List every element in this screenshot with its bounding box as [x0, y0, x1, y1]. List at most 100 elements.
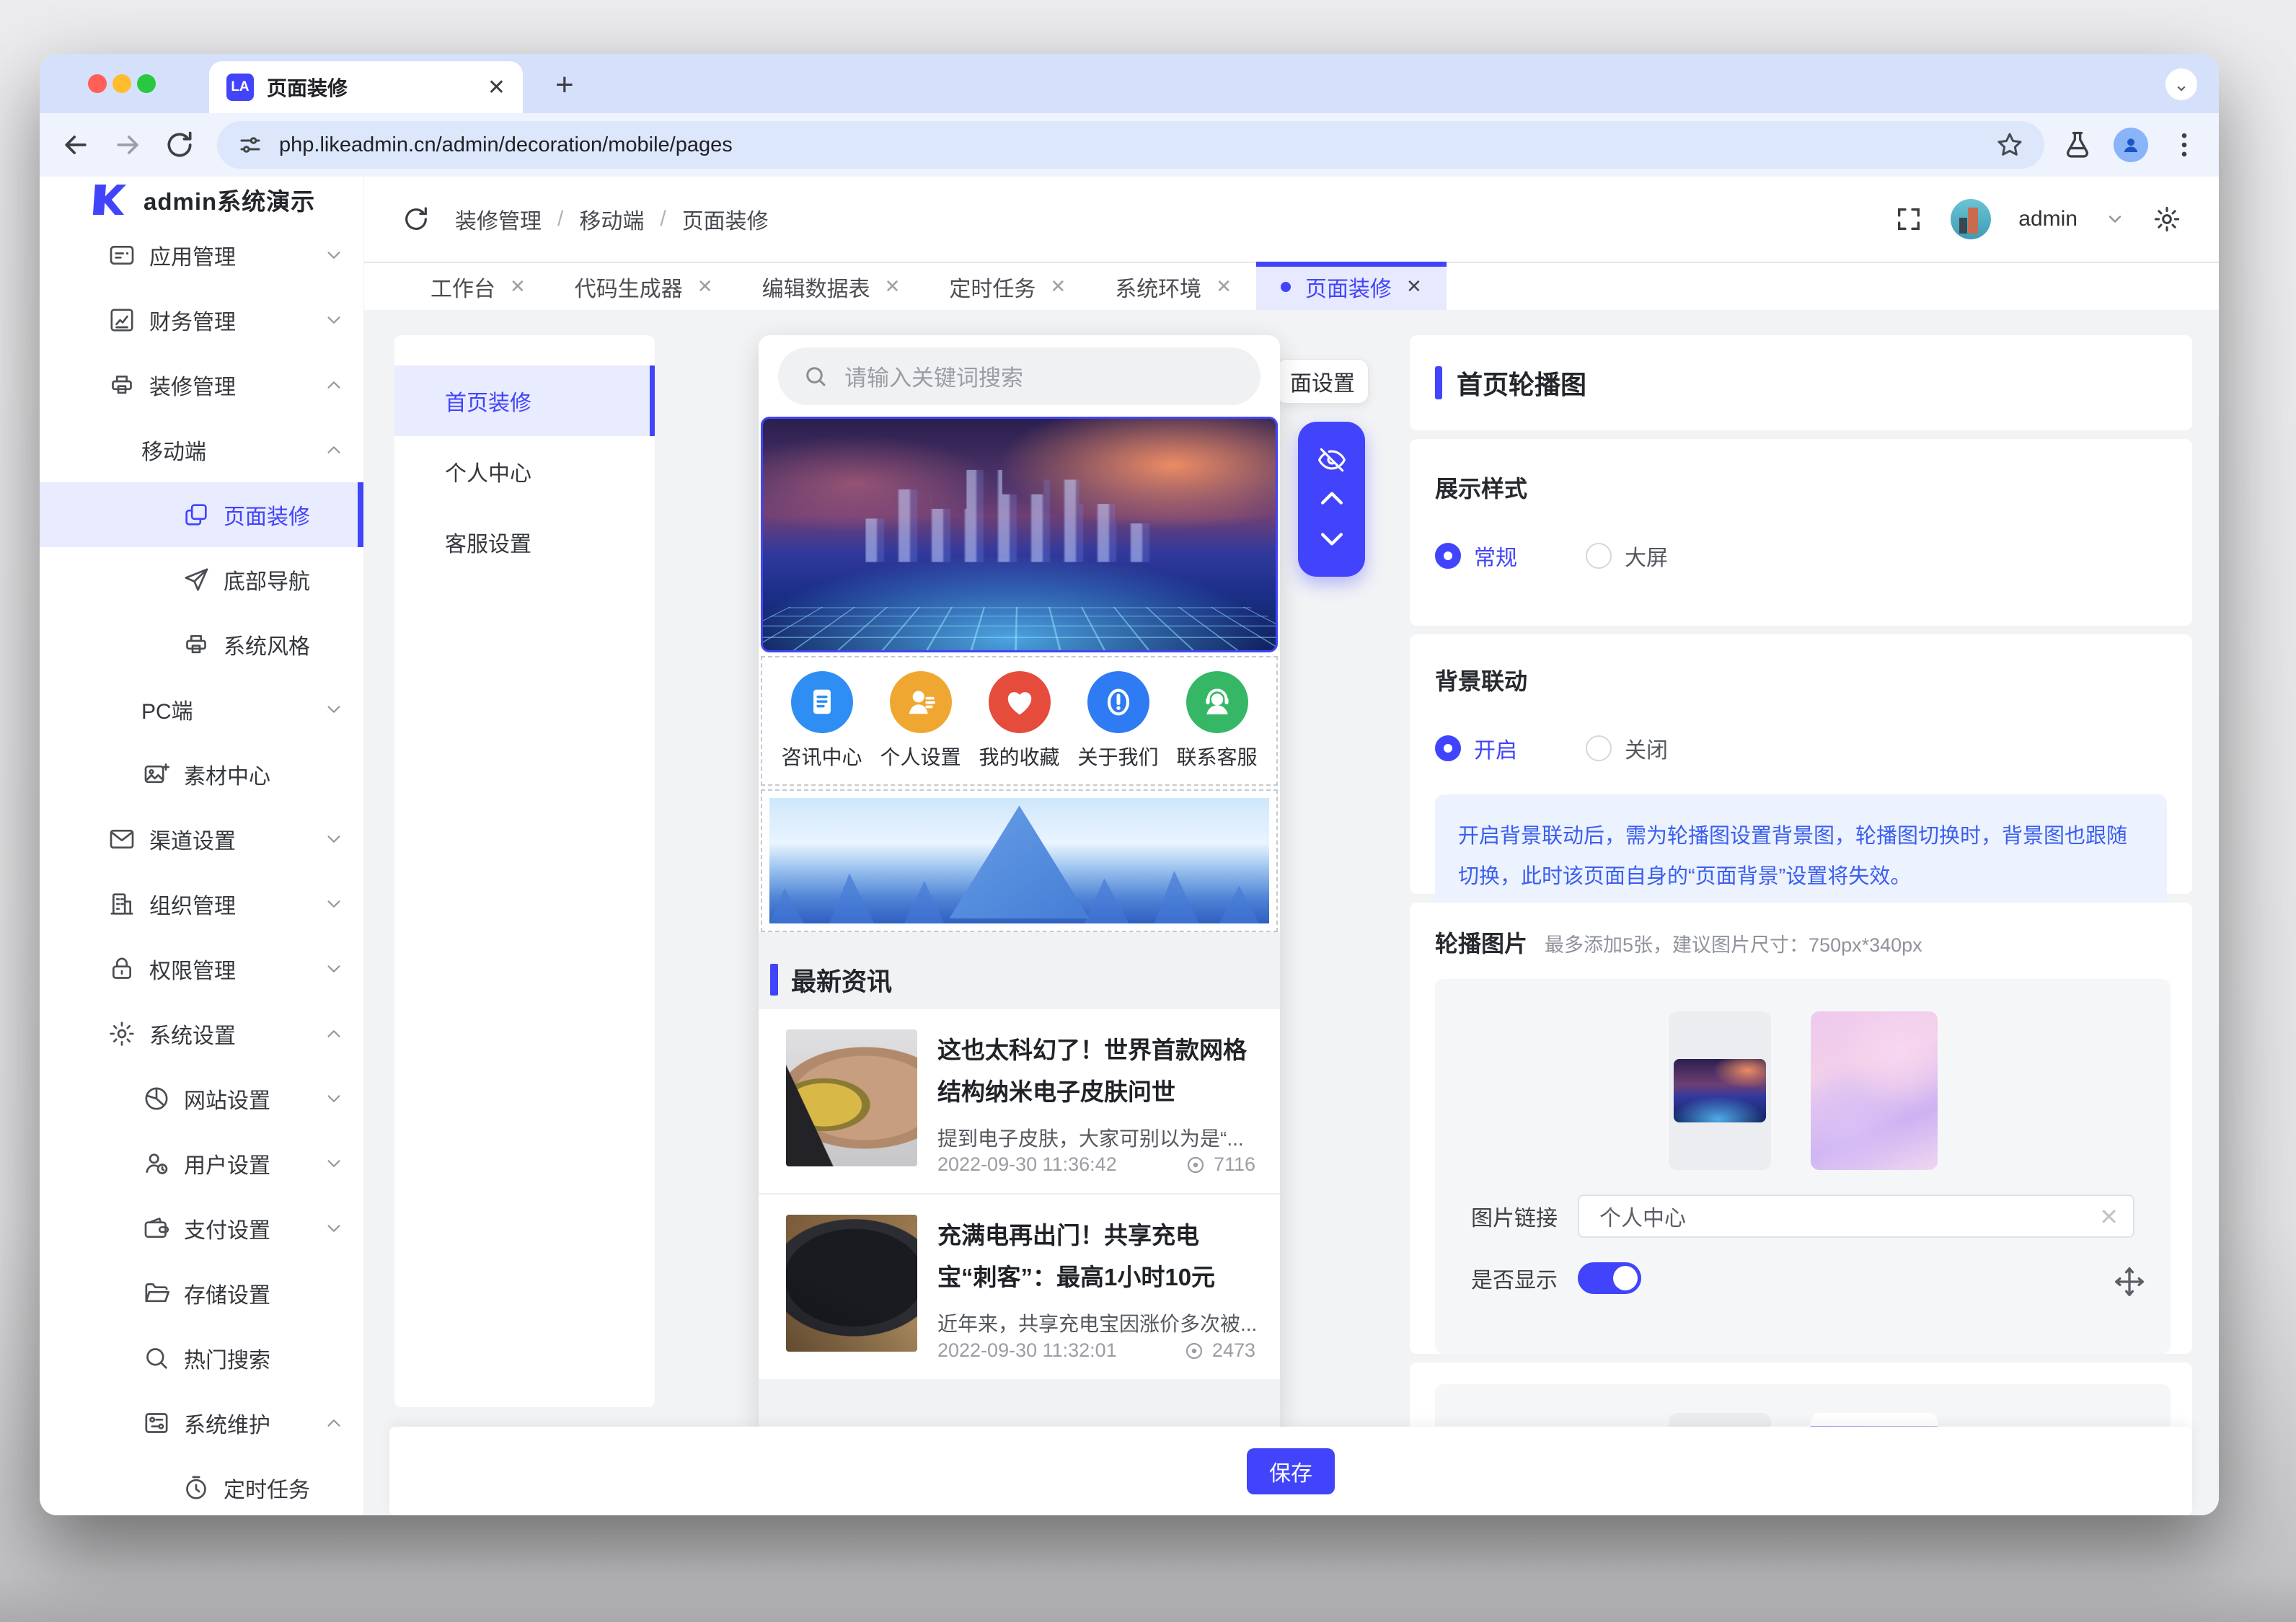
sidebar-item[interactable]: 支付设置 — [40, 1196, 363, 1261]
tab-close-icon[interactable]: ✕ — [885, 275, 901, 298]
user-avatar[interactable] — [1951, 199, 1991, 239]
reload-icon[interactable] — [164, 129, 195, 161]
sidebar-item[interactable]: 网站设置 — [40, 1066, 363, 1131]
news-item[interactable]: 充满电再出门！共享充电宝“刺客”：最高1小时10元近年来，共享充电宝因涨价多次被… — [759, 1193, 1280, 1379]
workspace-tab-label: 页面装修 — [1305, 271, 1392, 303]
phone-search-header: 请输入关键词搜索 — [759, 335, 1280, 417]
lab-beaker-icon[interactable] — [2062, 129, 2093, 161]
username[interactable]: admin — [2018, 207, 2078, 231]
move-down-chevron-icon[interactable] — [1316, 523, 1348, 554]
window-zoom-button[interactable] — [137, 74, 156, 93]
sidebar-item[interactable]: PC端 — [40, 677, 363, 742]
phone-nav-item[interactable]: 联系客服 — [1170, 671, 1264, 771]
bookmark-star-icon[interactable] — [1995, 130, 2024, 159]
sidebar-item[interactable]: 底部导航 — [40, 547, 363, 612]
drag-move-icon[interactable] — [2114, 1266, 2145, 1298]
workspace-tab[interactable]: 代码生成器✕ — [550, 263, 738, 310]
search-icon — [803, 363, 829, 389]
chevron-up-icon — [323, 1412, 345, 1434]
tab-close-icon[interactable]: ✕ — [697, 275, 713, 298]
phone-search-input[interactable]: 请输入关键词搜索 — [778, 347, 1260, 405]
radio-option[interactable]: 开启 — [1435, 732, 1517, 764]
sidebar-item[interactable]: 系统维护 — [40, 1391, 363, 1455]
fullscreen-icon[interactable] — [1894, 205, 1923, 234]
move-up-chevron-icon[interactable] — [1316, 483, 1348, 515]
window-minimize-button[interactable] — [112, 74, 131, 93]
chevron-up-icon — [323, 1023, 345, 1045]
workspace-tab[interactable]: 页面装修 ✕ — [1256, 263, 1447, 310]
sidebar-item[interactable]: 渠道设置 — [40, 807, 363, 872]
browser-menu-kebab-icon[interactable] — [2168, 129, 2200, 161]
sidebar-item[interactable]: 热门搜索 — [40, 1326, 363, 1391]
phone-nav-item[interactable]: 关于我们 — [1072, 671, 1165, 771]
browser-profile-icon[interactable] — [2114, 128, 2148, 162]
browser-tab-title: 页面装修 — [267, 73, 474, 102]
phone-nav-item[interactable]: 我的收藏 — [973, 671, 1067, 771]
sidebar-item[interactable]: 页面装修 — [40, 482, 363, 547]
radio-option[interactable]: 关闭 — [1586, 732, 1668, 764]
show-toggle-switch[interactable] — [1578, 1262, 1641, 1294]
tab-close-icon[interactable]: ✕ — [487, 75, 505, 100]
back-icon[interactable] — [60, 129, 92, 161]
forward-icon[interactable] — [112, 129, 144, 161]
phone-nav-item[interactable]: 个人设置 — [874, 671, 968, 771]
sidebar-item[interactable]: 系统设置 — [40, 1001, 363, 1066]
page-list-item[interactable]: 个人中心 — [394, 436, 655, 507]
breadcrumb-item[interactable]: 装修管理 — [455, 203, 542, 235]
page-list-item[interactable]: 客服设置 — [394, 507, 655, 577]
sidebar-item[interactable]: 财务管理 — [40, 288, 363, 353]
page-header: 装修管理/移动端/页面装修 admin — [364, 177, 2219, 262]
browser-tab[interactable]: LA 页面装修 ✕ — [209, 61, 523, 113]
hide-eye-off-icon[interactable] — [1316, 444, 1348, 476]
radio-option[interactable]: 大屏 — [1586, 540, 1668, 572]
sidebar-item[interactable]: 系统风格 — [40, 612, 363, 677]
tab-close-icon[interactable]: ✕ — [1050, 275, 1066, 298]
site-info-tune-icon[interactable] — [237, 132, 263, 158]
user-chevron-down-icon[interactable] — [2105, 209, 2125, 229]
sidebar-item[interactable]: 应用管理 — [40, 223, 363, 288]
radio-option[interactable]: 常规 — [1435, 540, 1517, 572]
likeadmin-logo-icon — [89, 180, 129, 220]
menu-send-icon — [182, 565, 211, 594]
sidebar-item[interactable]: 存储设置 — [40, 1261, 363, 1326]
news-section-header: 最新资讯 — [759, 962, 1280, 997]
sidebar-item[interactable]: 权限管理 — [40, 936, 363, 1001]
breadcrumb-item[interactable]: 页面装修 — [682, 203, 769, 235]
secondary-banner-widget[interactable] — [761, 789, 1278, 932]
news-item[interactable]: 这也太科幻了！世界首款网格结构纳米电子皮肤问世提到电子皮肤，大家可别以为是“..… — [759, 1009, 1280, 1193]
clear-input-icon[interactable]: ✕ — [2099, 1203, 2119, 1231]
tab-close-icon[interactable]: ✕ — [510, 275, 526, 298]
image-link-input[interactable] — [1578, 1195, 2134, 1238]
tab-close-icon[interactable]: ✕ — [1216, 275, 1232, 298]
background-thumb-image[interactable] — [1811, 1011, 1938, 1170]
new-tab-button[interactable]: + — [555, 67, 574, 103]
address-bar[interactable]: php.likeadmin.cn/admin/decoration/mobile… — [217, 121, 2044, 169]
workspace-tab[interactable]: 系统环境 ✕ — [1090, 263, 1256, 310]
sidebar-item[interactable]: 用户设置 — [40, 1131, 363, 1196]
brand-logo-row[interactable]: admin系统演示 — [40, 177, 363, 223]
page-list-item[interactable]: 首页装修 — [394, 365, 655, 436]
workspace-tab[interactable]: 工作台✕ — [406, 263, 550, 310]
workspace-tab[interactable]: 编辑数据表✕ — [738, 263, 925, 310]
workspace-tab[interactable]: 定时任务✕ — [924, 263, 1090, 310]
workspace-tab-label: 系统环境 — [1115, 271, 1201, 303]
window-close-button[interactable] — [88, 74, 107, 93]
sidebar-item[interactable]: 装修管理 — [40, 353, 363, 417]
carousel-thumb-slot[interactable] — [1669, 1011, 1771, 1170]
sidebar-item[interactable]: 素材中心 — [40, 742, 363, 807]
tab-search-chevron-icon[interactable]: ⌄ — [2165, 68, 2197, 100]
settings-gear-icon[interactable] — [2152, 205, 2181, 234]
tab-close-icon[interactable]: ✕ — [1406, 275, 1422, 298]
carousel-banner-selected[interactable] — [761, 417, 1278, 652]
page-settings-button[interactable]: 面设置 — [1276, 359, 1369, 404]
sidebar-item[interactable]: 移动端 — [40, 417, 363, 482]
sidebar-item[interactable]: 组织管理 — [40, 872, 363, 936]
show-toggle-label: 是否显示 — [1471, 1262, 1558, 1294]
sidebar-item[interactable]: 定时任务 — [40, 1455, 363, 1515]
display-style-label: 展示样式 — [1435, 471, 2167, 504]
save-button[interactable]: 保存 — [1247, 1448, 1335, 1494]
breadcrumb-refresh-icon[interactable] — [402, 205, 430, 234]
phone-nav-grid[interactable]: 咨讯中心个人设置我的收藏关于我们联系客服 — [761, 656, 1278, 786]
phone-nav-item[interactable]: 咨讯中心 — [775, 671, 869, 771]
breadcrumb-item[interactable]: 移动端 — [579, 203, 644, 235]
